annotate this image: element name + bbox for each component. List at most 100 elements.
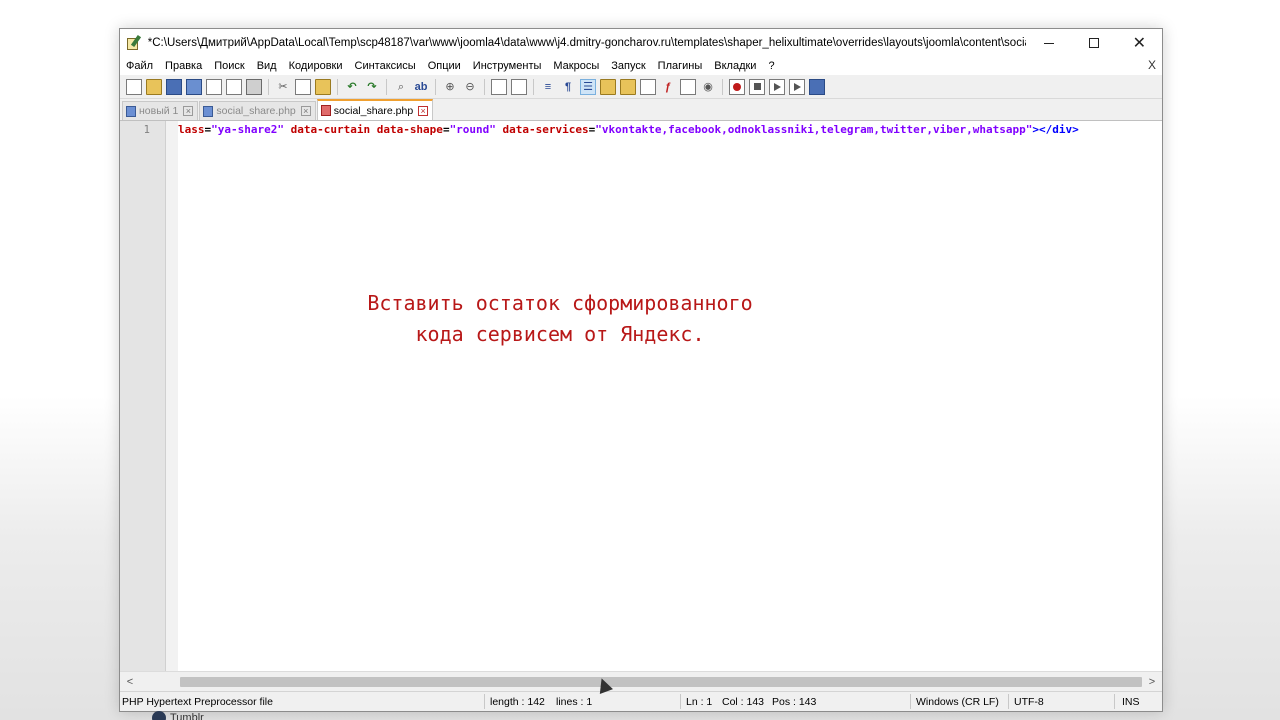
menu-view[interactable]: Вид: [251, 60, 283, 72]
zoom-in-icon[interactable]: ⊕: [442, 79, 458, 95]
save-icon[interactable]: [166, 78, 182, 95]
open-icon[interactable]: [146, 78, 162, 95]
eye-icon[interactable]: ◉: [700, 79, 716, 95]
stop-icon[interactable]: [749, 78, 765, 95]
menu-tools[interactable]: Инструменты: [467, 60, 548, 72]
close-all-icon[interactable]: [226, 78, 242, 95]
code-string: "round": [449, 123, 496, 136]
tab-new-1[interactable]: новый 1 ×: [122, 101, 199, 120]
new-icon[interactable]: [126, 78, 142, 95]
menu-language[interactable]: Синтаксисы: [349, 60, 422, 72]
scroll-right-button[interactable]: >: [1144, 674, 1160, 690]
code-attr: data-curtain data-shape: [283, 123, 443, 136]
code-attr: data-services: [495, 123, 589, 136]
menu-settings[interactable]: Опции: [422, 60, 467, 72]
scroll-thumb[interactable]: [180, 677, 1142, 687]
menu-bar: Файл Правка Поиск Вид Кодировки Синтакси…: [120, 57, 1162, 75]
status-length: length : 142: [490, 696, 545, 708]
status-encoding: UTF-8: [1014, 696, 1044, 708]
tab-close-icon[interactable]: ×: [418, 105, 429, 116]
record-icon[interactable]: [729, 78, 745, 95]
sync-h-icon[interactable]: [511, 78, 527, 95]
function-list-icon[interactable]: [640, 78, 656, 95]
menu-plugins[interactable]: Плагины: [652, 60, 709, 72]
menu-macro[interactable]: Макросы: [547, 60, 605, 72]
undo-icon[interactable]: ↶: [344, 79, 360, 95]
tab-label: social_share.php: [216, 105, 296, 117]
save-macro-icon[interactable]: [809, 78, 825, 95]
redo-icon[interactable]: ↷: [364, 79, 380, 95]
folder-workspace-icon[interactable]: ƒ: [660, 79, 676, 95]
status-eol: Windows (CR LF): [916, 696, 999, 708]
tab-close-icon[interactable]: ×: [300, 106, 311, 116]
window-title: *C:\Users\Дмитрий\AppData\Local\Temp\scp…: [147, 37, 1026, 49]
minimize-button[interactable]: [1026, 29, 1071, 57]
editor-window: *C:\Users\Дмитрий\AppData\Local\Temp\scp…: [119, 28, 1163, 712]
maximize-button[interactable]: [1071, 29, 1116, 57]
fold-margin: [166, 121, 178, 671]
scroll-left-button[interactable]: <: [122, 674, 138, 690]
menu-encoding[interactable]: Кодировки: [283, 60, 349, 72]
save-all-icon[interactable]: [186, 78, 202, 95]
status-divider: [484, 694, 485, 709]
status-col: Col : 143: [722, 696, 765, 708]
lang-icon[interactable]: [600, 78, 616, 95]
menu-file[interactable]: Файл: [120, 60, 159, 72]
status-divider: [680, 694, 681, 709]
doc-map-icon[interactable]: [620, 78, 636, 95]
tab-bar: новый 1 × social_share.php × social_shar…: [120, 99, 1162, 121]
toolbar-separator: [386, 78, 387, 95]
status-bar: PHP Hypertext Preprocessor file length :…: [120, 691, 1162, 711]
code-string: "vkontakte,facebook,odnoklassniki,telegr…: [595, 123, 1033, 136]
menu-window[interactable]: Вкладки: [708, 60, 762, 72]
print-icon[interactable]: [246, 78, 262, 95]
close-icon[interactable]: [206, 78, 222, 95]
tumblr-icon: [152, 711, 166, 720]
close-button[interactable]: ✕: [1117, 29, 1162, 57]
indent-guide-icon[interactable]: ☰: [580, 78, 596, 95]
status-file-type: PHP Hypertext Preprocessor file: [122, 696, 273, 708]
menu-run[interactable]: Запуск: [605, 60, 651, 72]
code-op: =: [442, 123, 450, 136]
tab-social-share-2[interactable]: social_share.php ×: [316, 99, 434, 120]
instruction-caption: Вставить остаток сформированного кода се…: [250, 288, 870, 350]
copy-icon[interactable]: [295, 78, 311, 95]
tab-social-share-1[interactable]: social_share.php ×: [199, 101, 316, 120]
horizontal-scrollbar[interactable]: < >: [120, 671, 1162, 691]
replace-icon[interactable]: ab: [413, 79, 429, 95]
file-icon: [203, 105, 214, 117]
toolbar-separator: [484, 78, 485, 95]
unsaved-file-icon: [320, 105, 331, 116]
code-tag: ></div>: [1032, 123, 1079, 136]
code-line[interactable]: lass = "ya-share2" data-curtain data-shape…: [178, 123, 1079, 137]
notepad-icon: [126, 34, 142, 51]
monitor-icon[interactable]: [680, 78, 696, 95]
play-multi-icon[interactable]: [789, 78, 805, 95]
menu-help[interactable]: ?: [762, 60, 780, 72]
caption-line-1: Вставить остаток сформированного: [367, 291, 753, 315]
status-lines: lines : 1: [556, 696, 593, 708]
cut-icon[interactable]: ✂: [275, 79, 291, 95]
code-attr: lass: [178, 123, 205, 136]
sync-v-icon[interactable]: [491, 78, 507, 95]
toolbar: ✂ ↶ ↷ ⌕ ab ⊕ ⊖ ≡ ¶ ☰ ƒ ◉: [120, 75, 1162, 99]
menu-search[interactable]: Поиск: [208, 60, 250, 72]
status-divider: [1008, 694, 1009, 709]
menu-edit[interactable]: Правка: [159, 60, 208, 72]
paste-icon[interactable]: [315, 78, 331, 95]
line-number-gutter: 1: [120, 121, 166, 671]
zoom-out-icon[interactable]: ⊖: [462, 79, 478, 95]
status-pos: Pos : 143: [772, 696, 817, 708]
find-icon[interactable]: ⌕: [393, 79, 409, 95]
toolbar-separator: [533, 78, 534, 95]
tab-close-icon[interactable]: ×: [183, 106, 194, 116]
status-ln: Ln : 1: [686, 696, 713, 708]
play-icon[interactable]: [769, 78, 785, 95]
all-chars-icon[interactable]: ¶: [560, 79, 576, 95]
wrap-icon[interactable]: ≡: [540, 79, 556, 95]
editor-area[interactable]: 1 lass = "ya-share2" data-curtain data-sha…: [120, 121, 1162, 671]
toolbar-separator: [435, 78, 436, 95]
toolbar-separator: [722, 78, 723, 95]
status-divider: [910, 694, 911, 709]
close-document-button[interactable]: X: [1148, 58, 1156, 72]
